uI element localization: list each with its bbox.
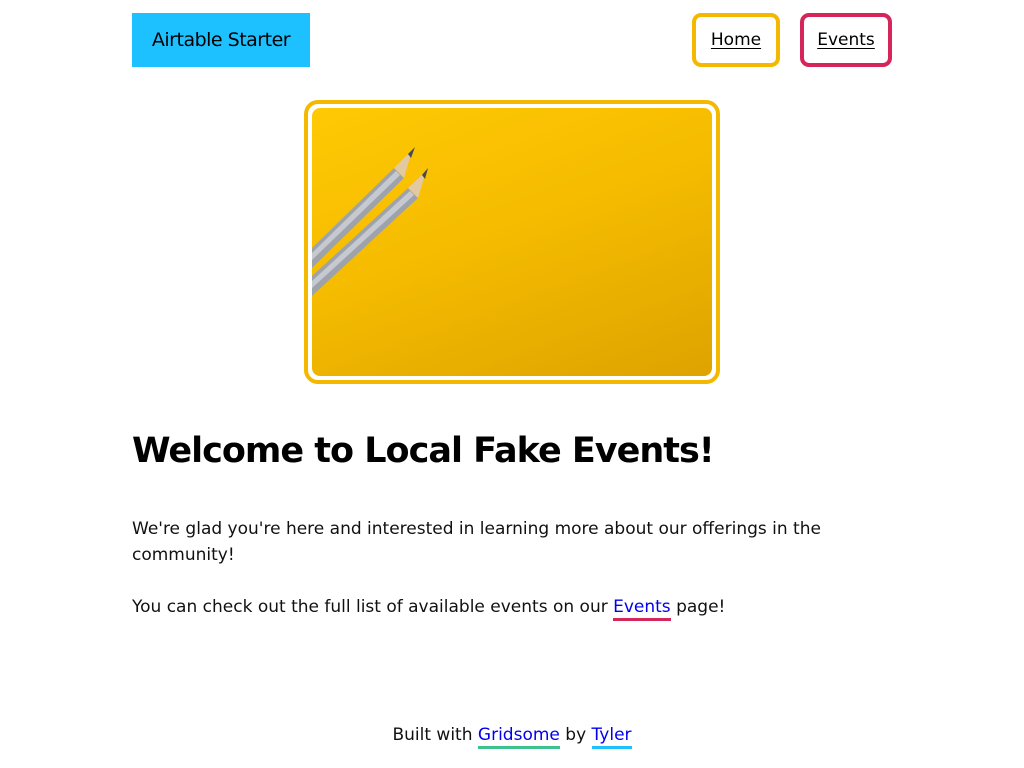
page-title: Welcome to Local Fake Events! (132, 431, 715, 471)
hero-image (312, 108, 712, 376)
gridsome-link[interactable]: Gridsome (477, 725, 560, 749)
nav-home-link[interactable]: Home (692, 13, 780, 67)
author-link[interactable]: Tyler (591, 725, 632, 749)
brand-logo-link[interactable]: Airtable Starter (132, 13, 310, 67)
events-page-link[interactable]: Events (613, 597, 671, 621)
cta-paragraph: You can check out the full list of avail… (132, 594, 832, 621)
footer-by-text: by (565, 725, 587, 745)
pencils-illustration (312, 147, 428, 296)
page: Airtable Starter Home Events Welcome to … (0, 0, 1024, 768)
footer-built-with-text: Built with (392, 725, 473, 745)
site-header: Airtable Starter Home Events (132, 13, 892, 67)
cta-suffix-text: page! (676, 597, 726, 617)
hero-image-frame (304, 100, 720, 384)
nav-events-link[interactable]: Events (800, 13, 892, 67)
site-footer: Built with Gridsome by Tyler (0, 722, 1024, 749)
intro-paragraph: We're glad you're here and interested in… (132, 519, 821, 565)
cta-prefix-text: You can check out the full list of avail… (132, 597, 608, 617)
